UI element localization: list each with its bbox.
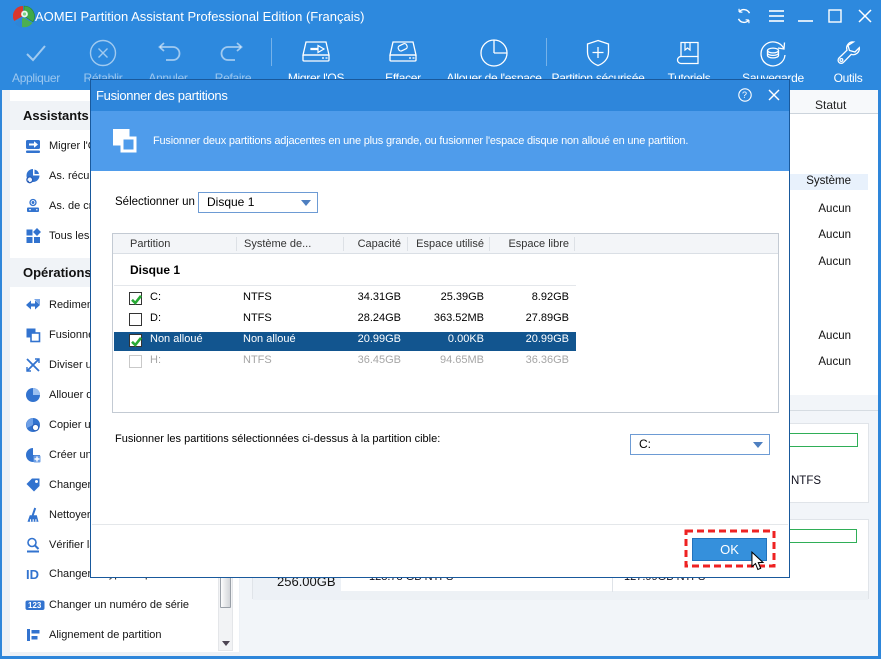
svg-text:123: 123	[28, 601, 42, 610]
svg-text:ID: ID	[26, 567, 39, 582]
svg-text:?: ?	[742, 90, 747, 100]
